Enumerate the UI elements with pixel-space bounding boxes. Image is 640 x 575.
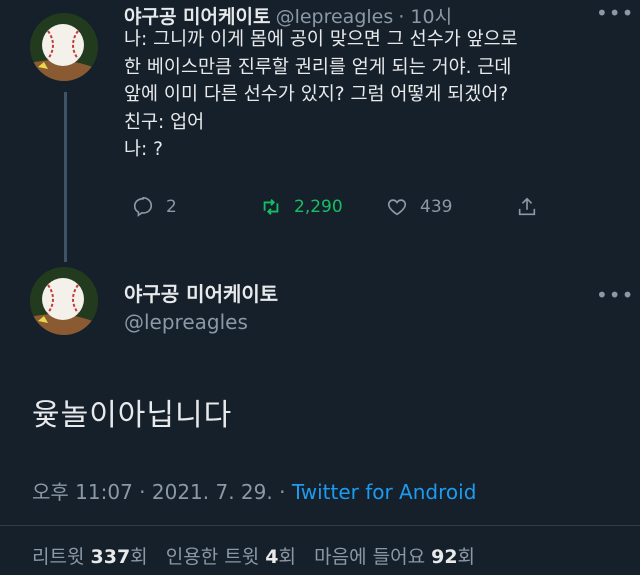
tweet1-name[interactable]: 야구공 미어케이토 [124, 6, 270, 28]
tweet1-header: 야구공 미어케이토 @lepreagles · 10시 [124, 2, 452, 29]
retweets-stat[interactable]: 리트윗 337회 [32, 546, 148, 568]
quote-unit: 회 [278, 546, 296, 568]
tweet1-line: 앞에 이미 다른 선수가 있지? 그럼 어떻게 되겠어? [124, 84, 509, 105]
retweet-button[interactable]: 2,290 [260, 196, 343, 218]
tweet2-meta: 오후 11:07 · 2021. 7. 29. · Twitter for An… [32, 476, 476, 505]
tweet1-text: 나: 그니까 이게 몸에 공이 맞으면 그 선수가 앞으로 한 베이스만큼 진루… [124, 26, 624, 164]
like-label: 마음에 들어요 [314, 546, 426, 568]
source-link[interactable]: Twitter for Android [292, 480, 477, 504]
avatar[interactable] [30, 13, 98, 81]
timestamp[interactable]: 오후 11:07 · 2021. 7. 29. · [32, 480, 292, 504]
tweet1-time[interactable]: · 10시 [398, 6, 452, 28]
like-unit: 회 [457, 546, 476, 568]
avatar[interactable] [30, 267, 98, 335]
quote-total: 4 [265, 546, 279, 568]
thread-line [64, 92, 67, 262]
tweet-stats: 리트윗 337회 인용한 트윗 4회 마음에 들어요 92회 [32, 542, 475, 569]
likes-stat[interactable]: 마음에 들어요 92회 [314, 546, 475, 568]
retweet-label: 리트윗 [32, 546, 85, 568]
heart-icon [387, 199, 407, 216]
quotes-stat[interactable]: 인용한 트윗 4회 [166, 546, 296, 568]
quote-label: 인용한 트윗 [165, 546, 260, 568]
tweet1-line: 나: ? [124, 139, 163, 160]
tweet2-name[interactable]: 야구공 미어케이토 [124, 278, 278, 307]
more-icon[interactable]: ••• [596, 285, 634, 305]
share-button[interactable] [516, 196, 550, 218]
tweet2-text: 윷놀이아닙니다 [32, 398, 233, 433]
retweet-total: 337 [90, 546, 131, 568]
retweet-icon [263, 199, 279, 215]
retweet-count: 2,290 [294, 197, 343, 217]
tweet2-handle[interactable]: @lepreagles [124, 310, 248, 334]
reply-count: 2 [166, 197, 177, 217]
like-count: 439 [420, 197, 453, 217]
tweet1-line: 한 베이스만큼 진루할 권리를 얻게 되는 거야. 근데 [124, 56, 512, 78]
reply-icon [133, 197, 153, 217]
share-icon [518, 197, 536, 216]
tweet1-actions: 2 2,290 439 [124, 196, 554, 228]
tweet1-handle[interactable]: @lepreagles [276, 6, 394, 28]
tweet1-line: 나: 그니까 이게 몸에 공이 맞으면 그 선수가 앞으로 [124, 29, 518, 50]
like-button[interactable]: 439 [386, 196, 452, 218]
reply-button[interactable]: 2 [132, 196, 177, 218]
divider [0, 525, 640, 526]
baseball-icon [30, 267, 98, 335]
baseball-icon [30, 13, 98, 81]
like-total: 92 [431, 546, 458, 568]
tweet1-line: 친구: 업어 [124, 111, 205, 133]
retweet-unit: 회 [130, 546, 148, 568]
more-icon[interactable]: ••• [596, 3, 634, 23]
